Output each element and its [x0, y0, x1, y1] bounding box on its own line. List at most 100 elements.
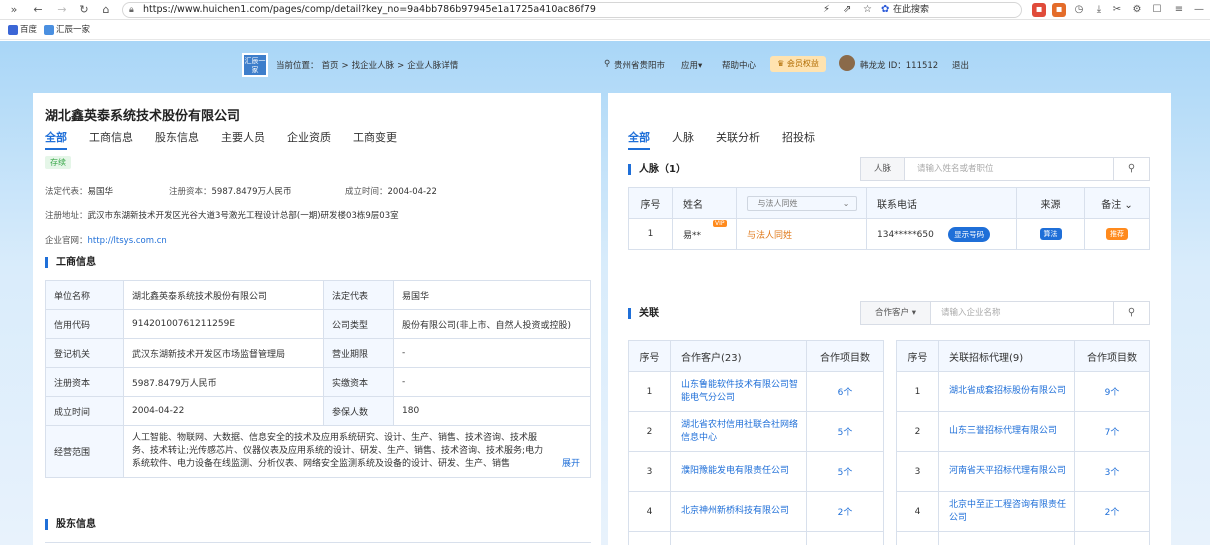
company-tabs: 全部 工商信息 股东信息 主要人员 企业资质 工商变更: [45, 129, 419, 150]
col-index: 序号: [628, 340, 671, 372]
forward-icon[interactable]: →: [54, 2, 70, 18]
company-link[interactable]: 山东三誉招标代理有限公司: [938, 411, 1075, 452]
tab-shareholders[interactable]: 股东信息: [155, 129, 199, 148]
search-label[interactable]: 在此搜索: [893, 3, 929, 17]
person-name[interactable]: 易**: [683, 231, 701, 241]
vip-rights-button[interactable]: ♛ 会员权益: [770, 56, 826, 72]
history-icon[interactable]: ◷: [1072, 3, 1086, 17]
search-icon[interactable]: ⚲: [1113, 302, 1149, 324]
guanlian-select[interactable]: 合作客户 ▾: [861, 302, 931, 324]
gs-key2: 营业期限: [323, 338, 394, 368]
lightning-icon[interactable]: ⚡: [823, 3, 830, 17]
tab-changes[interactable]: 工商变更: [353, 129, 397, 148]
renmai-search-input[interactable]: 请输入姓名或者职位: [917, 158, 994, 180]
collections-icon[interactable]: ☐: [1150, 3, 1164, 17]
download-icon[interactable]: ⤓: [1092, 3, 1106, 17]
founded-value: 2004-04-22: [387, 187, 437, 197]
relation-filter-select[interactable]: 与法人同姓 ⌄: [746, 195, 857, 211]
tab-renmai[interactable]: 人脉: [672, 129, 694, 148]
address-bar[interactable]: 🔒︎ https://www.huichen1.com/pages/comp/d…: [122, 2, 1022, 18]
breadcrumb-sep: >: [341, 61, 349, 71]
star-icon[interactable]: ☆: [863, 3, 872, 17]
project-count[interactable]: 2个: [806, 491, 884, 532]
share-icon[interactable]: ⇗: [843, 3, 851, 17]
guanlian-search-input[interactable]: 请输入企业名称: [941, 302, 1001, 324]
relations-card: 全部 人脉 关联分析 招投标 人脉（1） 人脉 请输入姓名或者职位 ⚲ 序号 姓名 与…: [608, 93, 1171, 545]
user-info[interactable]: 韩龙龙 ID：111512: [860, 59, 938, 71]
tab-qualifications[interactable]: 企业资质: [287, 129, 331, 148]
row-index: 5: [628, 531, 671, 545]
project-count[interactable]: 2个: [1074, 491, 1150, 532]
section-renmai-title: 人脉（1）: [628, 164, 686, 175]
company-link[interactable]: 北京中至正工程咨询有限责任公司: [938, 491, 1075, 532]
table-row: 1 山东鲁能软件技术有限公司智能电气分公司 6个: [628, 371, 884, 412]
col-projects: 合作项目数: [806, 340, 884, 372]
site-logo[interactable]: 汇辰一家: [242, 53, 268, 77]
project-count[interactable]: 7个: [1074, 411, 1150, 452]
sidebar-toggle-icon[interactable]: »: [6, 2, 22, 18]
search-icon[interactable]: ⚲: [1113, 158, 1149, 180]
status-badge: 存续: [45, 156, 71, 169]
vip-rights-label: 会员权益: [786, 59, 819, 68]
breadcrumb-find[interactable]: 找企业人脉: [352, 61, 395, 71]
bookmark-baidu[interactable]: 百度: [20, 23, 37, 37]
avatar[interactable]: [839, 55, 855, 71]
project-count[interactable]: 6个: [806, 371, 884, 412]
table-row: 4 北京神州新桥科技有限公司 2个: [628, 491, 884, 532]
gs-value2: 180: [393, 396, 591, 426]
minimize-icon[interactable]: —: [1192, 3, 1206, 17]
extension-2-icon[interactable]: ▪: [1052, 3, 1066, 17]
project-count[interactable]: 5个: [806, 411, 884, 452]
company-link[interactable]: 河南省天平招标代理有限公司: [938, 451, 1075, 492]
col-relation[interactable]: 与法人同姓 ⌄: [736, 187, 867, 219]
location-pin-icon: ⚲: [604, 59, 611, 69]
apps-menu[interactable]: 应用▾: [681, 59, 702, 71]
breadcrumb-home[interactable]: 首页: [322, 61, 339, 71]
tab-bidding[interactable]: 招投标: [782, 129, 815, 148]
location[interactable]: 贵州省贵阳市: [614, 59, 665, 71]
logout-link[interactable]: 退出: [952, 59, 969, 71]
table-row: 注册资本 5987.8479万人民币 实缴资本 -: [45, 367, 591, 397]
company-link[interactable]: 山东鲁能软件技术有限公司智能电气分公司: [670, 371, 807, 412]
company-link[interactable]: 北京神州新桥科技有限公司: [670, 491, 807, 532]
menu-icon[interactable]: ≡: [1172, 3, 1186, 17]
tools-icon[interactable]: ⚙: [1130, 3, 1144, 17]
baidu-paw-icon: ✿: [881, 4, 890, 15]
back-icon[interactable]: ←: [30, 2, 46, 18]
row-index: 2: [628, 411, 671, 452]
screenshot-icon[interactable]: ✂: [1110, 3, 1124, 17]
url-text[interactable]: https://www.huichen1.com/pages/comp/deta…: [143, 3, 596, 17]
tab-all[interactable]: 全部: [628, 129, 650, 150]
expand-link[interactable]: 展开: [557, 458, 580, 471]
reload-icon[interactable]: ↻: [76, 2, 92, 18]
project-count[interactable]: 2个: [806, 531, 884, 545]
note-badge[interactable]: 推荐: [1106, 228, 1128, 240]
relation-filter-label: 与法人同姓: [757, 198, 798, 208]
company-link[interactable]: 湖北省成套招标股份有限公司: [938, 371, 1075, 412]
founded-label: 成立时间：: [345, 187, 388, 197]
website-link[interactable]: http://ltsys.com.cn: [88, 236, 167, 246]
help-center-link[interactable]: 帮助中心: [722, 59, 756, 71]
company-link[interactable]: 濮阳豫能发电有限责任公司: [670, 451, 807, 492]
project-count[interactable]: 9个: [1074, 371, 1150, 412]
project-count[interactable]: 3个: [1074, 451, 1150, 492]
project-count[interactable]: 1个: [1074, 531, 1150, 545]
extension-icon[interactable]: ▪: [1032, 3, 1046, 17]
company-link[interactable]: 湖北省农村信用社联合社网络信息中心: [670, 411, 807, 452]
project-count[interactable]: 5个: [806, 451, 884, 492]
tab-association[interactable]: 关联分析: [716, 129, 760, 148]
renmai-search: 人脉 请输入姓名或者职位 ⚲: [860, 157, 1150, 181]
tab-all[interactable]: 全部: [45, 129, 67, 150]
chevron-down-icon: ⌄: [842, 198, 850, 208]
tab-key-people[interactable]: 主要人员: [221, 129, 265, 148]
bookmark-huichen[interactable]: 汇辰一家: [56, 23, 90, 37]
tab-gongshang[interactable]: 工商信息: [89, 129, 133, 148]
col-note[interactable]: 备注 ⌄: [1084, 187, 1150, 219]
row-phone: 134*****650 显示号码: [866, 218, 1017, 250]
home-icon[interactable]: ⌂: [98, 2, 114, 18]
company-link[interactable]: 新乡中益发电有限公司: [670, 531, 807, 545]
company-link[interactable]: 新乡中益发电有限公司: [938, 531, 1075, 545]
table-row: 单位名称 湖北鑫英泰系统技术股份有限公司 法定代表 易国华: [45, 280, 591, 310]
show-number-button[interactable]: 显示号码: [948, 226, 991, 242]
capital-value: 5987.8479万人民币: [211, 187, 292, 197]
